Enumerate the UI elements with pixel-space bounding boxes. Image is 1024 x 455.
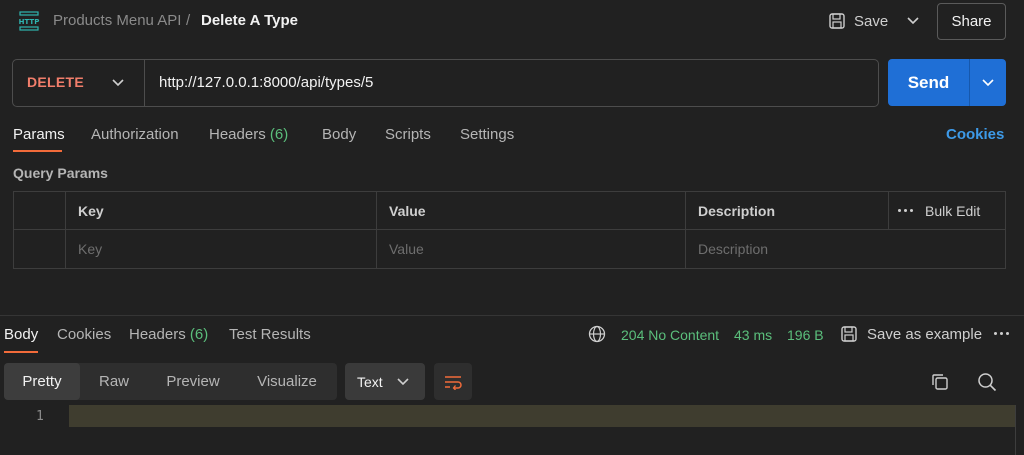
view-preview[interactable]: Preview (154, 363, 232, 400)
view-mode-bar: Pretty Raw Preview Visualize (4, 363, 337, 400)
line-number: 1 (36, 409, 44, 424)
scrollbar[interactable] (1015, 405, 1016, 455)
status-badge[interactable]: 204 No Content (621, 327, 719, 343)
view-visualize[interactable]: Visualize (244, 363, 330, 400)
breadcrumb-separator: / (186, 12, 191, 29)
tab-scripts[interactable]: Scripts (385, 126, 431, 143)
more-options-icon[interactable] (994, 332, 1009, 335)
globe-icon[interactable] (588, 325, 606, 343)
headers-count: (6) (269, 126, 289, 143)
save-icon (841, 326, 857, 342)
tab-body[interactable]: Body (322, 126, 356, 143)
save-options-button[interactable] (900, 8, 926, 34)
more-icon (898, 209, 913, 212)
chevron-down-icon (397, 377, 409, 385)
save-as-example-button[interactable]: Save as example (840, 325, 982, 343)
table-header-description: Description (686, 192, 889, 230)
send-options-button[interactable] (969, 59, 1006, 106)
tab-settings[interactable]: Settings (460, 126, 514, 143)
bulk-edit-label: Bulk Edit (925, 202, 981, 219)
query-params-title: Query Params (13, 165, 108, 181)
response-tab-headers[interactable]: Headers (6) (129, 326, 208, 343)
active-tab-indicator (13, 150, 62, 152)
response-tab-body[interactable]: Body (4, 326, 38, 343)
http-icon: HTTP (18, 11, 40, 31)
page-title[interactable]: Delete A Type (201, 12, 298, 29)
save-as-example-label: Save as example (867, 325, 983, 343)
response-tab-cookies[interactable]: Cookies (57, 326, 111, 343)
bulk-edit-button[interactable]: Bulk Edit (888, 192, 1005, 230)
cookies-link[interactable]: Cookies (946, 126, 1004, 143)
search-icon[interactable] (977, 372, 997, 392)
format-label: Text (357, 373, 383, 390)
send-button[interactable]: Send (888, 59, 969, 106)
params-table: Key Value Description Bulk Edit Key Valu… (13, 191, 1006, 269)
url-bar: DELETE http://127.0.0.1:8000/api/types/5 (12, 59, 879, 107)
response-body-line[interactable] (69, 405, 1016, 427)
response-time[interactable]: 43 ms (734, 327, 772, 343)
format-select[interactable]: Text (345, 363, 425, 400)
response-tab-test-results[interactable]: Test Results (229, 326, 311, 343)
copy-icon[interactable] (930, 372, 950, 392)
share-button[interactable]: Share (937, 3, 1006, 40)
chevron-down-icon (907, 17, 919, 25)
divider (144, 60, 145, 106)
breadcrumb-collection[interactable]: Products Menu API (53, 12, 181, 29)
key-input[interactable]: Key (66, 230, 377, 268)
save-label: Save (854, 12, 889, 30)
svg-text:HTTP: HTTP (19, 18, 40, 26)
save-button[interactable]: Save (828, 8, 888, 34)
description-input[interactable]: Description (686, 230, 1005, 268)
chevron-down-icon[interactable] (109, 72, 127, 94)
response-divider[interactable] (0, 315, 1024, 316)
url-input[interactable]: http://127.0.0.1:8000/api/types/5 (159, 74, 373, 91)
tab-headers[interactable]: Headers (6) (209, 126, 288, 143)
view-raw[interactable]: Raw (84, 363, 144, 400)
tab-authorization[interactable]: Authorization (91, 126, 179, 143)
row-checkbox (14, 230, 66, 268)
save-icon (829, 13, 845, 29)
table-header-value: Value (377, 192, 686, 230)
active-tab-indicator (4, 351, 38, 353)
chevron-down-icon (982, 78, 994, 86)
response-headers-count: (6) (189, 326, 209, 343)
view-pretty[interactable]: Pretty (4, 363, 80, 400)
tab-params[interactable]: Params (13, 126, 65, 143)
value-input[interactable]: Value (377, 230, 686, 268)
wrap-lines-button[interactable] (434, 363, 472, 400)
table-header-key: Key (66, 192, 377, 230)
response-size[interactable]: 196 B (787, 327, 824, 343)
table-header-checkbox (14, 192, 66, 230)
wrap-lines-icon (445, 375, 462, 390)
method-select[interactable]: DELETE (27, 74, 84, 90)
